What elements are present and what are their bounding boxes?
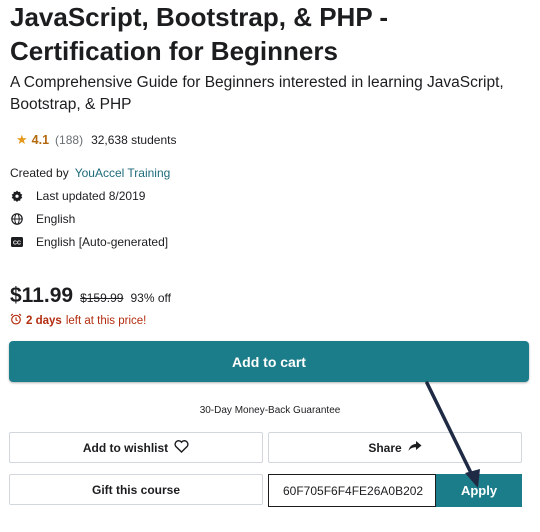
course-subtitle: A Comprehensive Guide for Beginners inte… [10,74,504,113]
share-arrow-icon [408,440,422,455]
add-to-wishlist-button[interactable]: Add to wishlist [9,432,263,463]
gift-label: Gift this course [91,482,180,497]
language-text: English [36,212,76,226]
add-to-cart-button[interactable]: Add to cart [9,341,529,382]
price-timer: 2 days left at this price! [10,313,146,328]
share-label: Share [368,440,402,455]
heart-icon [174,439,189,456]
svg-text:CC: CC [13,240,21,246]
timer-days: 2 days [26,314,62,327]
star-icon: ★ [16,132,28,147]
alarm-icon [10,313,22,328]
globe-icon [10,213,23,226]
apply-coupon-button[interactable]: Apply [436,474,522,507]
update-icon [10,190,23,203]
original-price: $159.99 [80,291,124,305]
price-row: $11.99 $159.99 93% off [10,284,171,308]
course-title: JavaScript, Bootstrap, & PHP - Certifica… [10,2,389,66]
rating-row: ★ 4.1 (188) 32,638 students [16,132,176,148]
coupon-input[interactable] [268,474,436,507]
last-updated-text: Last updated 8/2019 [36,189,146,203]
language-row: English [10,212,75,226]
rating-value: 4.1 [31,133,50,147]
share-button[interactable]: Share [268,432,522,463]
captions-text: English [Auto-generated] [36,235,169,249]
discount-percent: 93% off [130,291,171,305]
created-by-label: Created by [10,166,69,180]
cc-icon: CC [10,236,23,249]
current-price: $11.99 [10,284,74,307]
wishlist-label: Add to wishlist [82,440,169,455]
created-by-row: Created by YouAccel Training [10,166,170,180]
last-updated-row: Last updated 8/2019 [10,189,145,203]
captions-row: CC English [Auto-generated] [10,235,168,249]
author-link[interactable]: YouAccel Training [75,166,171,180]
money-back-guarantee: 30-Day Money-Back Guarantee [199,405,341,416]
students-count: 32,638 students [91,133,177,147]
rating-count[interactable]: (188) [55,133,83,147]
gift-course-button[interactable]: Gift this course [9,474,263,505]
timer-text: left at this price! [65,314,147,327]
